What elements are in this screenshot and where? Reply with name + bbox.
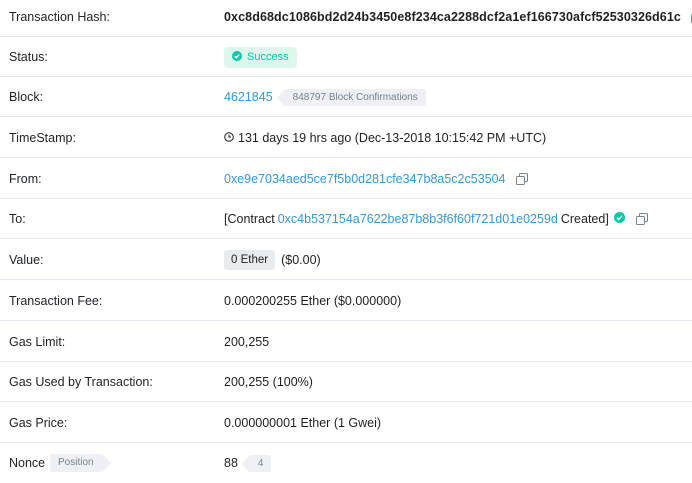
- check-circle-icon: [232, 50, 242, 64]
- usd-value: ($0.00): [281, 253, 321, 267]
- row-gas-used: Gas Used by Transaction: 200,255 (100%): [0, 362, 692, 402]
- timestamp-value: 131 days 19 hrs ago (Dec-13-2018 10:15:4…: [238, 131, 547, 145]
- separator: [0, 401, 692, 402]
- status-label: Status:: [9, 50, 48, 64]
- to-suffix: Created]: [560, 212, 609, 226]
- tx-hash-value: 0xc8d68dc1086bd2d24b3450e8f234ca2288dcf2…: [224, 10, 681, 24]
- to-value-wrap: [Contract 0xc4b537154a7622be87b8b3f6f60f…: [224, 199, 648, 239]
- row-block: Block: 4621845 848797 Block Confirmation…: [0, 77, 692, 117]
- separator: [0, 157, 692, 158]
- block-value-wrap: 4621845 848797 Block Confirmations: [224, 77, 426, 117]
- row-timestamp: TimeStamp: 131 days 19 hrs ago (Dec-13-2…: [0, 118, 692, 158]
- gas-used-label: Gas Used by Transaction:: [9, 375, 153, 389]
- gas-limit-value: 200,255: [224, 322, 269, 362]
- nonce-value-wrap: 88 4: [224, 443, 272, 483]
- value-wrap: 0 Ether ($0.00): [224, 240, 321, 280]
- tx-hash-label: Transaction Hash:: [9, 10, 110, 24]
- nonce-value: 88: [224, 456, 238, 470]
- to-contract-address-link[interactable]: 0xc4b537154a7622be87b8b3f6f60f721d01e025…: [278, 212, 558, 226]
- row-transaction-fee: Transaction Fee: 0.000200255 Ether ($0.0…: [0, 281, 692, 321]
- row-gas-price: Gas Price: 0.000000001 Ether (1 Gwei): [0, 403, 692, 443]
- separator: [0, 320, 692, 321]
- row-gas-limit: Gas Limit: 200,255: [0, 322, 692, 362]
- tx-fee-text: 0.000200255 Ether ($0.000000): [224, 294, 402, 308]
- tx-fee-label: Transaction Fee:: [9, 294, 103, 308]
- verified-check-icon: [613, 212, 625, 226]
- row-value: Value: 0 Ether ($0.00): [0, 240, 692, 280]
- clock-icon: [224, 131, 234, 145]
- from-label: From:: [9, 172, 42, 186]
- status-badge: Success: [224, 46, 297, 68]
- status-value-wrap: Success: [224, 37, 297, 77]
- row-from: From: 0xe9e7034aed5ce7f5b0d281cfe347b8a5…: [0, 159, 692, 199]
- nonce-label: Nonce: [9, 456, 46, 470]
- block-confirmations-badge: 848797 Block Confirmations: [276, 88, 426, 107]
- row-to: To: [Contract 0xc4b537154a7622be87b8b3f6…: [0, 199, 692, 239]
- transaction-details: Transaction Hash: 0xc8d68dc1086bd2d24b34…: [0, 0, 692, 476]
- copy-icon[interactable]: [635, 213, 648, 225]
- gas-used-text: 200,255 (100%): [224, 375, 313, 389]
- timestamp-value-wrap: 131 days 19 hrs ago (Dec-13-2018 10:15:4…: [224, 118, 546, 158]
- from-address-link[interactable]: 0xe9e7034aed5ce7f5b0d281cfe347b8a5c2c535…: [224, 172, 506, 186]
- block-number-link[interactable]: 4621845: [224, 90, 273, 104]
- block-label: Block:: [9, 90, 44, 104]
- to-label: To:: [9, 212, 26, 226]
- gas-price-label: Gas Price:: [9, 416, 68, 430]
- tx-hash-value-wrap: 0xc8d68dc1086bd2d24b3450e8f234ca2288dcf2…: [224, 0, 692, 37]
- row-nonce: Nonce Position 88 4: [0, 443, 692, 476]
- status-text: Success: [247, 51, 289, 63]
- tx-fee-value: 0.000200255 Ether ($0.000000): [224, 281, 401, 321]
- copy-icon[interactable]: [515, 173, 528, 185]
- gas-price-value: 0.000000001 Ether (1 Gwei): [224, 403, 381, 443]
- value-label: Value:: [9, 253, 44, 267]
- timestamp-label: TimeStamp:: [9, 131, 76, 145]
- separator: [0, 238, 692, 239]
- separator: [0, 116, 692, 117]
- nonce-position-badge: 4: [242, 454, 272, 473]
- gas-limit-text: 200,255: [224, 335, 270, 349]
- gas-limit-label: Gas Limit:: [9, 335, 66, 349]
- position-tag: Position: [50, 454, 111, 472]
- gas-price-text: 0.000000001 Ether (1 Gwei): [224, 416, 382, 430]
- ether-value-chip: 0 Ether: [224, 250, 276, 270]
- row-status: Status: Success: [0, 37, 692, 77]
- gas-used-value: 200,255 (100%): [224, 362, 313, 402]
- to-prefix: [Contract: [224, 212, 275, 226]
- row-transaction-hash: Transaction Hash: 0xc8d68dc1086bd2d24b34…: [0, 0, 692, 37]
- separator: [0, 279, 692, 280]
- from-value-wrap: 0xe9e7034aed5ce7f5b0d281cfe347b8a5c2c535…: [224, 159, 528, 199]
